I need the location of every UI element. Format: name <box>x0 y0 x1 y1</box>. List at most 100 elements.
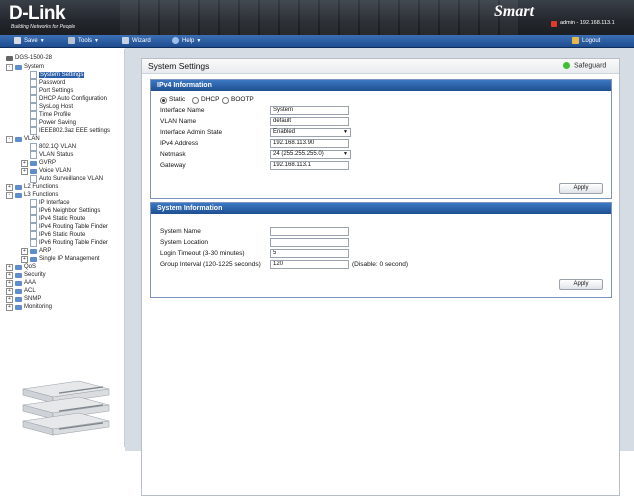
netmask-value: 24 (255.255.255.0) <box>273 151 324 157</box>
tree-password[interactable]: Password <box>30 79 65 87</box>
expand-icon[interactable]: + <box>21 167 28 175</box>
tree-system[interactable]: - System <box>6 63 44 71</box>
sysinfo-panel-heading: System Information <box>151 203 611 214</box>
save-menu[interactable]: Save ▼ <box>14 35 45 47</box>
safeguard-indicator[interactable]: Safeguard <box>563 62 606 69</box>
page-title: System Settings <box>148 61 210 71</box>
interface-name-field[interactable]: System <box>270 106 349 115</box>
netmask-select[interactable]: 24 (255.255.255.0) ▼ <box>270 150 351 159</box>
tree-8021q-vlan[interactable]: 802.1Q VLAN <box>30 143 76 151</box>
group-interval-field[interactable]: 120 <box>270 260 349 269</box>
navigation-tree: DGS-1500-28 - System System Settings Pass… <box>3 49 125 447</box>
folder-icon <box>30 168 37 174</box>
page-icon <box>30 119 37 127</box>
expand-icon[interactable]: + <box>21 255 28 263</box>
ipv4-address-label: IPv4 Address <box>160 140 199 147</box>
tree-ipv6-routing-finder[interactable]: IPv6 Routing Table Finder <box>30 239 108 247</box>
logout-label: Logout <box>582 38 601 44</box>
expand-icon[interactable]: + <box>6 279 13 287</box>
page-icon <box>30 79 37 87</box>
system-location-field[interactable] <box>270 238 349 247</box>
ipv4-address-field[interactable]: 192.168.113.90 <box>270 139 349 148</box>
tree-ipv6-static-route[interactable]: IPv6 Static Route <box>30 231 85 239</box>
system-name-field[interactable] <box>270 227 349 236</box>
tree-vlan-status[interactable]: VLAN Status <box>30 151 73 159</box>
expand-icon[interactable]: + <box>21 159 28 167</box>
tree-auto-surveillance-label: Auto Surveillance VLAN <box>39 176 104 182</box>
save-icon <box>14 36 21 44</box>
tree-root[interactable]: DGS-1500-28 <box>6 54 52 62</box>
ipv4-apply-button[interactable]: Apply <box>559 183 603 194</box>
tree-gvrp[interactable]: + GVRP <box>21 159 56 167</box>
collapse-icon[interactable]: - <box>6 135 13 143</box>
expand-icon[interactable]: + <box>6 183 13 191</box>
page-icon <box>30 199 37 207</box>
tree-qos[interactable]: + QoS <box>6 263 36 271</box>
tree-l2-functions[interactable]: + L2 Functions <box>6 183 58 191</box>
admin-state-select[interactable]: Enabled ▼ <box>270 128 351 137</box>
radio-dhcp[interactable] <box>192 97 199 104</box>
login-timeout-field[interactable]: 5 <box>270 249 349 258</box>
expand-icon[interactable]: + <box>6 295 13 303</box>
help-menu[interactable]: Help ▼ <box>172 35 201 47</box>
tree-snmp-label: SNMP <box>24 296 42 302</box>
logout-button[interactable]: Logout <box>572 35 600 47</box>
tree-time-profile[interactable]: Time Profile <box>30 111 71 119</box>
tree-single-ip[interactable]: + Single IP Management <box>21 255 100 263</box>
tree-port-settings[interactable]: Port Settings <box>30 87 73 95</box>
tools-menu[interactable]: Tools ▼ <box>68 35 99 47</box>
expand-icon[interactable]: + <box>6 287 13 295</box>
tree-syslog[interactable]: SysLog Host <box>30 103 73 111</box>
sysinfo-apply-button[interactable]: Apply <box>559 279 603 290</box>
tree-port-settings-label: Port Settings <box>39 88 74 94</box>
collapse-icon[interactable]: - <box>6 63 13 71</box>
tree-aaa[interactable]: + AAA <box>6 279 36 287</box>
collapse-icon[interactable]: - <box>6 191 13 199</box>
folder-icon <box>15 272 22 278</box>
expand-icon[interactable]: + <box>6 303 13 311</box>
help-icon <box>172 36 179 44</box>
vlan-name-field[interactable]: default <box>270 117 349 126</box>
tree-dhcp-auto[interactable]: DHCP Auto Configuration <box>30 95 107 103</box>
radio-static[interactable] <box>160 97 167 104</box>
tree-root-label: DGS-1500-28 <box>15 55 53 61</box>
tree-power-saving-label: Power Saving <box>39 120 77 126</box>
wizard-menu[interactable]: Wizard <box>122 35 151 47</box>
page-icon <box>30 231 37 239</box>
tree-arp[interactable]: + ARP <box>21 247 51 255</box>
page-icon <box>30 151 37 159</box>
tree-ip-interface-label: IP Interface <box>39 200 70 206</box>
page-icon <box>30 223 37 231</box>
tree-security[interactable]: + Security <box>6 271 46 279</box>
tree-vlan-label: VLAN <box>24 136 40 142</box>
tree-snmp[interactable]: + SNMP <box>6 295 41 303</box>
tree-voice-vlan[interactable]: + Voice VLAN <box>21 167 71 175</box>
tools-icon <box>68 36 75 44</box>
chevron-down-icon: ▼ <box>94 38 99 44</box>
tree-l3-functions[interactable]: - L3 Functions <box>6 191 58 199</box>
group-interval-label: Group Interval (120-1225 seconds) <box>160 261 261 268</box>
tree-time-profile-label: Time Profile <box>39 112 71 118</box>
radio-bootp[interactable] <box>222 97 229 104</box>
tree-acl[interactable]: + ACL <box>6 287 36 295</box>
tree-ip-interface[interactable]: IP Interface <box>30 199 70 207</box>
tree-vlan[interactable]: - VLAN <box>6 135 40 143</box>
tree-ipv6-neighbor[interactable]: IPv6 Neighbor Settings <box>30 207 100 215</box>
menubar: Save ▼ Tools ▼ Wizard Help ▼ Logout <box>0 35 634 48</box>
tree-security-label: Security <box>24 272 46 278</box>
folder-icon <box>30 160 37 166</box>
tree-monitoring[interactable]: + Monitoring <box>6 303 52 311</box>
tree-single-ip-label: Single IP Management <box>39 256 100 262</box>
folder-icon <box>30 248 37 254</box>
tree-ieee-eee[interactable]: IEEE802.3az EEE settings <box>30 127 110 135</box>
tree-voice-vlan-label: Voice VLAN <box>39 168 72 174</box>
tree-auto-surveillance[interactable]: Auto Surveillance VLAN <box>30 175 103 183</box>
expand-icon[interactable]: + <box>21 247 28 255</box>
expand-icon[interactable]: + <box>6 271 13 279</box>
tree-ipv4-routing-finder[interactable]: IPv4 Routing Table Finder <box>30 223 108 231</box>
expand-icon[interactable]: + <box>6 263 13 271</box>
tree-ipv4-static-route[interactable]: IPv4 Static Route <box>30 215 85 223</box>
tree-system-settings[interactable]: System Settings <box>30 71 85 79</box>
gateway-field[interactable]: 192.168.113.1 <box>270 161 349 170</box>
tree-power-saving[interactable]: Power Saving <box>30 119 76 127</box>
